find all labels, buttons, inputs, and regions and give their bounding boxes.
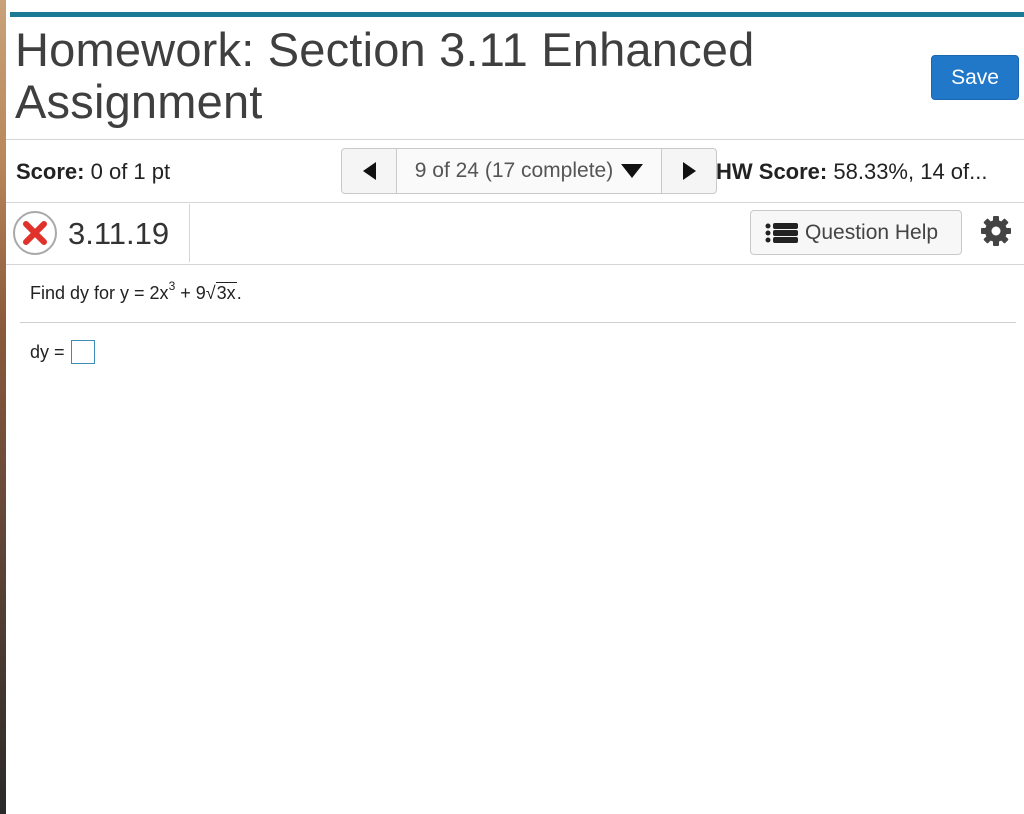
arrow-left-icon <box>362 162 376 180</box>
hw-score-label: HW Score: <box>716 159 828 184</box>
question-number: 3.11.19 <box>68 216 170 251</box>
radicand: 3x <box>215 282 237 303</box>
answer-label: dy = <box>30 341 65 362</box>
question-help-button[interactable]: Question Help <box>750 210 962 255</box>
top-bar <box>6 0 1024 10</box>
score-label: Score: <box>16 159 85 184</box>
answer-input[interactable] <box>70 340 95 364</box>
sqrt-symbol: √ <box>205 283 216 303</box>
arrow-right-icon <box>682 162 696 180</box>
chevron-down-icon <box>621 164 644 178</box>
divider <box>189 204 190 262</box>
question-navigator: 9 of 24 (17 complete) <box>341 148 717 194</box>
divider <box>6 202 1024 203</box>
exponent: 3 <box>168 279 176 293</box>
list-icon <box>765 222 798 243</box>
accent-bar <box>10 12 1024 17</box>
score-value: 0 of 1 pt <box>90 159 171 184</box>
save-button[interactable]: Save <box>931 55 1019 100</box>
divider <box>6 264 1024 265</box>
divider <box>6 139 1024 140</box>
hw-score-value: 58.33%, 14 of... <box>833 159 988 184</box>
divider <box>20 322 1016 323</box>
answer-row: dy = <box>30 340 95 364</box>
page-title: Homework: Section 3.11 Enhanced Assignme… <box>15 23 755 128</box>
question-prompt: Find dy for y = 2x3 + 9√3x. <box>30 279 242 303</box>
hw-score: HW Score: 58.33%, 14 of... <box>716 159 987 185</box>
next-question-button[interactable] <box>662 149 716 193</box>
previous-question-button[interactable] <box>342 149 396 193</box>
gear-icon[interactable] <box>980 215 1012 247</box>
score: Score: 0 of 1 pt <box>16 159 170 185</box>
incorrect-icon <box>13 211 57 255</box>
question-selector-dropdown[interactable]: 9 of 24 (17 complete) <box>396 149 662 193</box>
background-edge <box>0 0 6 814</box>
question-help-label: Question Help <box>805 220 939 244</box>
question-selector-label: 9 of 24 (17 complete) <box>414 159 614 182</box>
